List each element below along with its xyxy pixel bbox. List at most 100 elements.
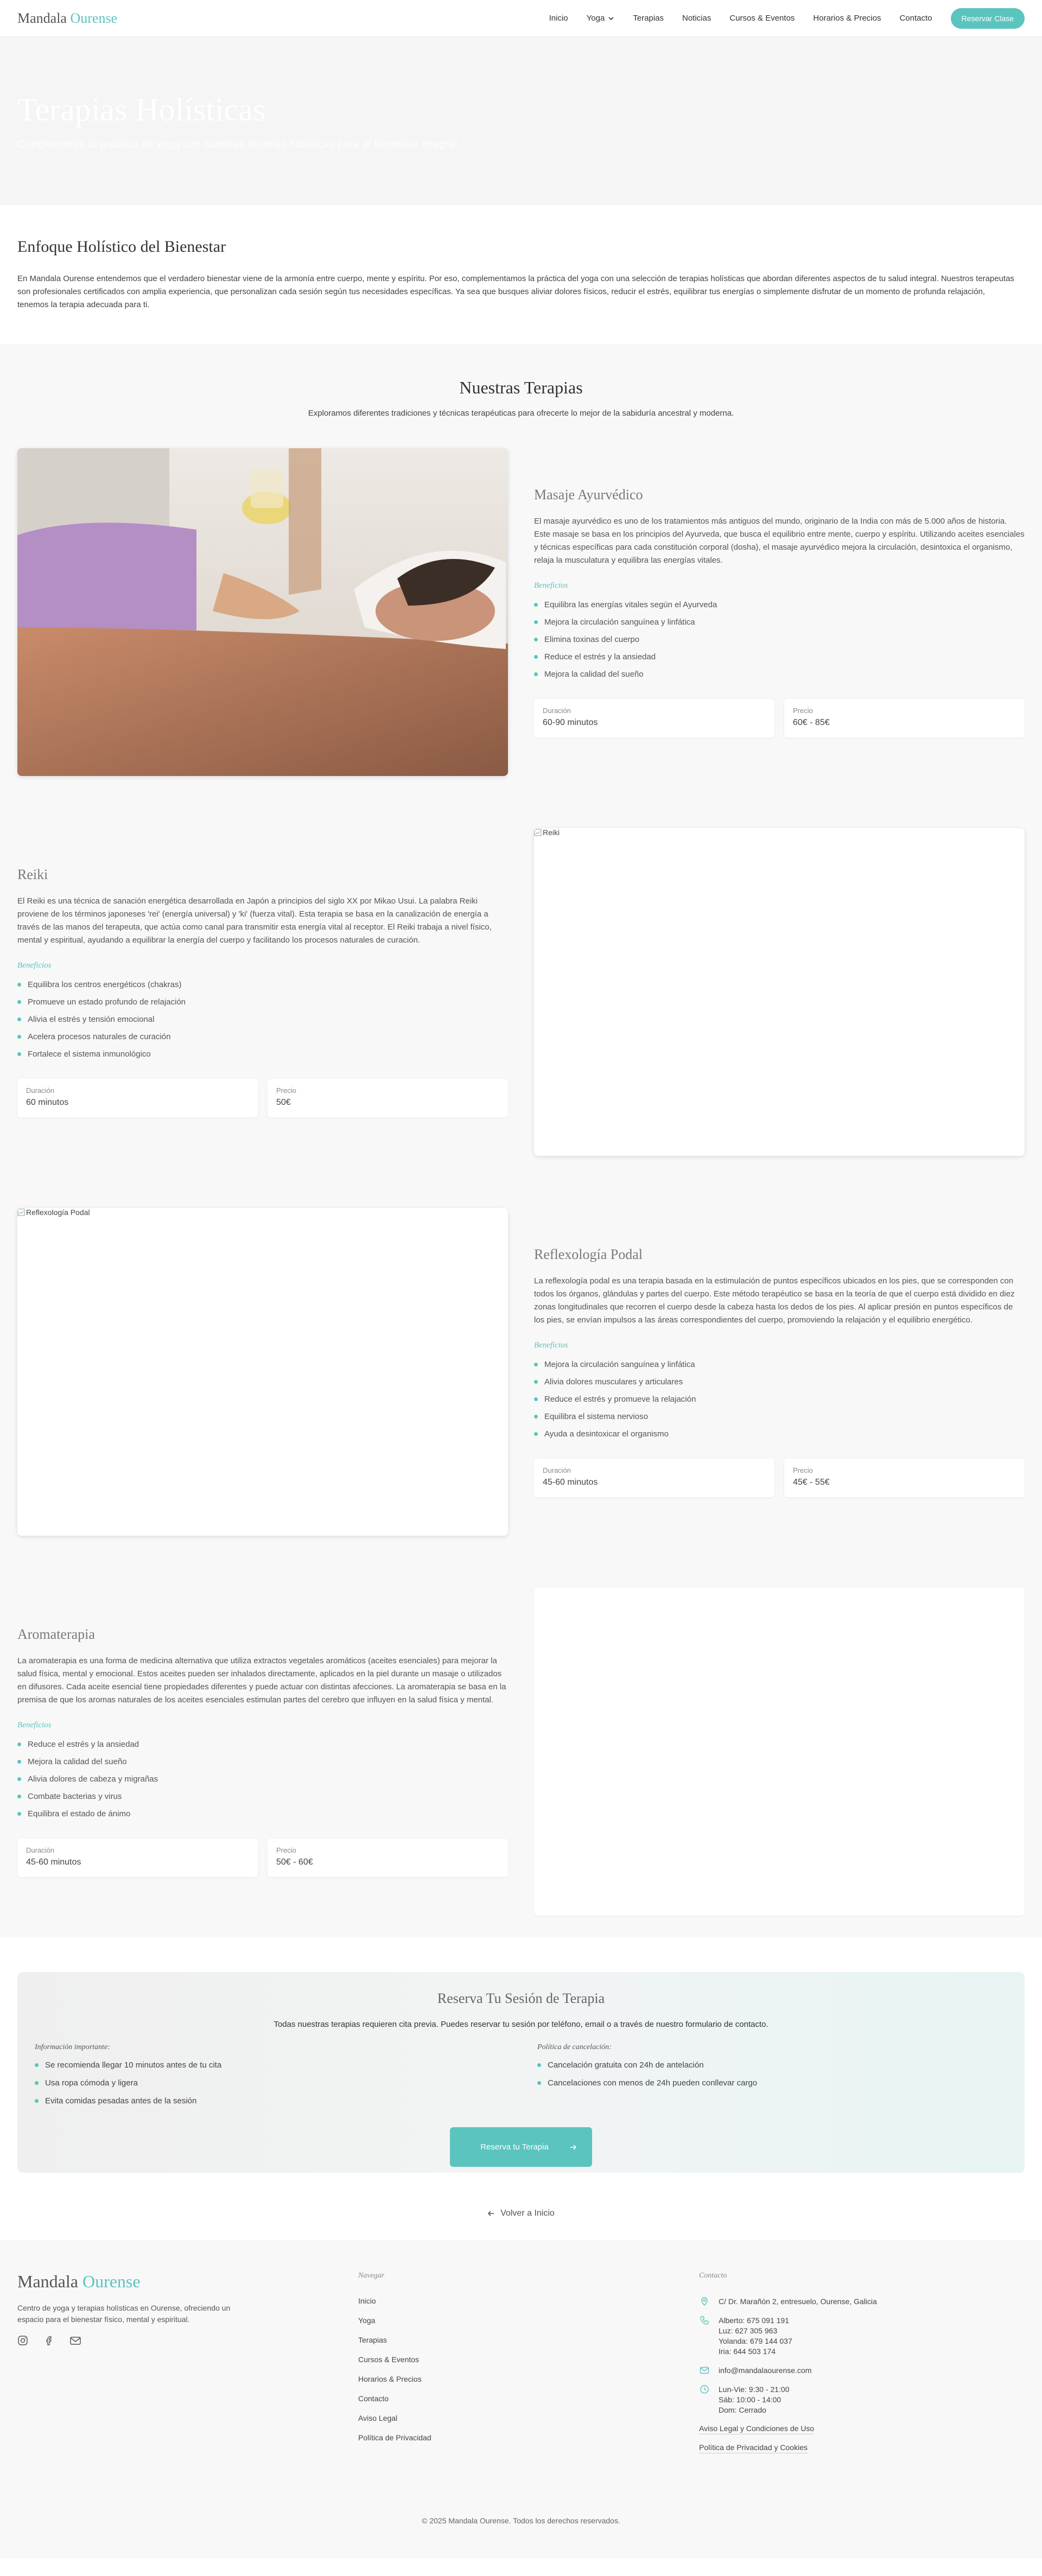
footer-nav-title: Navegar	[358, 2272, 385, 2280]
reserve-class-button[interactable]: Reservar Clase	[950, 8, 1025, 29]
list-item: Equilibra las energías vitales según el …	[534, 596, 1025, 613]
footer-link-horarios[interactable]: Horarios & Precios	[358, 2375, 699, 2394]
benefits-heading: Beneficios	[534, 581, 568, 590]
massage-photo	[17, 448, 508, 776]
list-item: Usa ropa cómoda y ligera	[35, 2074, 505, 2092]
footer-contact-title: Contacto	[699, 2272, 727, 2280]
intro-title: Enfoque Holístico del Bienestar	[17, 238, 226, 256]
nav-terapias[interactable]: Terapias	[633, 14, 664, 23]
list-item: Alivia el estrés y tensión emocional	[17, 1010, 508, 1028]
list-item: Mejora la calidad del sueño	[534, 665, 1025, 683]
intro-section: Enfoque Holístico del Bienestar En Manda…	[0, 205, 1042, 344]
list-item: Equilibra el estado de ánimo	[17, 1805, 508, 1822]
footer-link-inicio[interactable]: Inicio	[358, 2297, 699, 2316]
intro-text: En Mandala Ourense entendemos que el ver…	[17, 274, 1014, 309]
footer-link-cursos[interactable]: Cursos & Eventos	[358, 2355, 699, 2375]
list-item: Elimina toxinas del cuerpo	[534, 631, 1025, 648]
footer-link-terapias[interactable]: Terapias	[358, 2336, 699, 2355]
site-logo[interactable]: Mandala Ourense	[17, 10, 117, 27]
price-card: Precio 50€	[268, 1079, 508, 1117]
privacy-link[interactable]: Política de Privacidad y Cookies	[699, 2443, 808, 2453]
site-header: Mandala Ourense Inicio Yoga Terapias Not…	[0, 0, 1042, 37]
list-item: Promueve un estado profundo de relajació…	[17, 993, 508, 1010]
therapy-title: Reflexología Podal	[534, 1246, 643, 1262]
nav-contacto[interactable]: Contacto	[899, 14, 932, 23]
list-item: Alivia dolores de cabeza y migrañas	[17, 1770, 508, 1788]
therapies-header: Nuestras Terapias Exploramos diferentes …	[17, 378, 1025, 418]
therapy-image: Reiki	[534, 828, 1025, 1156]
mail-icon	[700, 2367, 709, 2374]
list-item: Equilibra el sistema nervioso	[534, 1408, 1025, 1425]
clock-icon	[700, 2385, 709, 2394]
social-links	[17, 2335, 358, 2346]
hero-subtitle: Complementa tu práctica de yoga con nues…	[17, 138, 458, 150]
cancellation-policy: Política de cancelación: Cancelación gra…	[537, 2043, 1007, 2110]
list-item: Cancelaciones con menos de 24h pueden co…	[537, 2074, 1007, 2092]
reserve-therapy-button[interactable]: Reserva tu Terapia	[450, 2127, 592, 2167]
therapies-section: Nuestras Terapias Exploramos diferentes …	[0, 344, 1042, 1937]
benefits-list: Reduce el estrés y la ansiedad Mejora la…	[17, 1735, 508, 1822]
facebook-icon[interactable]	[43, 2335, 54, 2346]
duration-card: Duración 45-60 minutos	[534, 1459, 774, 1497]
footer-link-contacto[interactable]: Contacto	[358, 2394, 699, 2414]
reservation-columns: Información importante: Se recomienda ll…	[35, 2043, 1007, 2110]
therapy-image	[17, 448, 508, 776]
instagram-icon[interactable]	[17, 2335, 28, 2346]
hero: Terapias Holísticas Complementa tu práct…	[0, 37, 1042, 205]
therapy-reiki: Reiki El Reiki es una técnica de sanació…	[17, 828, 1025, 1156]
duration-card: Duración 45-60 minutos	[17, 1839, 258, 1877]
list-item: Mejora la calidad del sueño	[17, 1753, 508, 1770]
logo-accent: Ourense	[70, 10, 118, 26]
list-item: Alivia dolores musculares y articulares	[534, 1373, 1025, 1390]
email: info@mandalaourense.com	[699, 2365, 1025, 2376]
therapy-title: Aromaterapia	[17, 1626, 95, 1642]
address: C/ Dr. Marañón 2, entresuelo, Ourense, G…	[699, 2297, 1025, 2307]
info-cards: Duración 60-90 minutos Precio 60€ - 85€	[534, 699, 1025, 737]
nav-yoga[interactable]: Yoga	[587, 14, 615, 23]
list-item: Evita comidas pesadas antes de la sesión	[35, 2092, 505, 2110]
nav-noticias[interactable]: Noticias	[682, 14, 711, 23]
benefits-list: Mejora la circulación sanguínea y linfát…	[534, 1356, 1025, 1442]
phones: Alberto: 675 091 191 Luz: 627 305 963 Yo…	[699, 2316, 1025, 2357]
therapy-description: La aromaterapia es una forma de medicina…	[17, 1656, 506, 1704]
footer-link-privacidad[interactable]: Política de Privacidad	[358, 2433, 699, 2453]
nav-inicio[interactable]: Inicio	[549, 14, 568, 23]
therapy-description: El masaje ayurvédico es uno de los trata…	[534, 517, 1025, 565]
legal-link[interactable]: Aviso Legal y Condiciones de Uso	[699, 2424, 815, 2434]
list-item: Reduce el estrés y promueve la relajació…	[534, 1390, 1025, 1408]
info-cards: Duración 45-60 minutos Precio 50€ - 60€	[17, 1839, 508, 1877]
benefits-list: Equilibra las energías vitales según el …	[534, 596, 1025, 683]
price-card: Precio 60€ - 85€	[784, 699, 1025, 737]
therapies-title: Nuestras Terapias	[459, 378, 583, 397]
reservation-section: Reserva Tu Sesión de Terapia Todas nuest…	[0, 1937, 1042, 2173]
list-item: Cancelación gratuita con 24h de antelaci…	[537, 2056, 1007, 2074]
footer-link-yoga[interactable]: Yoga	[358, 2316, 699, 2336]
footer-nav: Navegar Inicio Yoga Terapias Cursos & Ev…	[358, 2272, 699, 2462]
therapies-subtitle: Exploramos diferentes tradiciones y técn…	[308, 409, 734, 418]
benefits-heading: Beneficios	[534, 1341, 568, 1350]
list-item: Reduce el estrés y la ansiedad	[17, 1735, 508, 1753]
nav-horarios[interactable]: Horarios & Precios	[813, 14, 881, 23]
therapy-image	[534, 1588, 1025, 1916]
nav-cursos[interactable]: Cursos & Eventos	[729, 14, 795, 23]
arrow-right-icon	[570, 2144, 576, 2150]
reservation-subtitle: Todas nuestras terapias requieren cita p…	[274, 2020, 768, 2029]
arrow-left-icon	[488, 2211, 494, 2216]
back-home-link[interactable]: Volver a Inicio	[0, 2173, 1042, 2240]
footer-description: Centro de yoga y terapias holísticas en …	[17, 2304, 231, 2324]
broken-image-icon	[534, 829, 542, 836]
list-item: Combate bacterias y virus	[17, 1788, 508, 1805]
info-cards: Duración 45-60 minutos Precio 45€ - 55€	[534, 1459, 1025, 1497]
mail-icon[interactable]	[69, 2335, 81, 2346]
footer-link-aviso-legal[interactable]: Aviso Legal	[358, 2414, 699, 2433]
list-item: Reduce el estrés y la ansiedad	[534, 648, 1025, 665]
footer-logo[interactable]: Mandala Ourense	[17, 2272, 358, 2292]
broken-image: Reflexología Podal	[17, 1208, 90, 1217]
duration-card: Duración 60 minutos	[17, 1079, 258, 1117]
copyright: © 2025 Mandala Ourense. Todos los derech…	[422, 2516, 620, 2525]
list-item: Fortalece el sistema inmunológico	[17, 1045, 508, 1063]
price-card: Precio 50€ - 60€	[268, 1839, 508, 1877]
list-item: Acelera procesos naturales de curación	[17, 1028, 508, 1045]
price-card: Precio 45€ - 55€	[784, 1459, 1025, 1497]
opening-hours: Lun-Vie: 9:30 - 21:00 Sáb: 10:00 - 14:00…	[699, 2384, 1025, 2415]
